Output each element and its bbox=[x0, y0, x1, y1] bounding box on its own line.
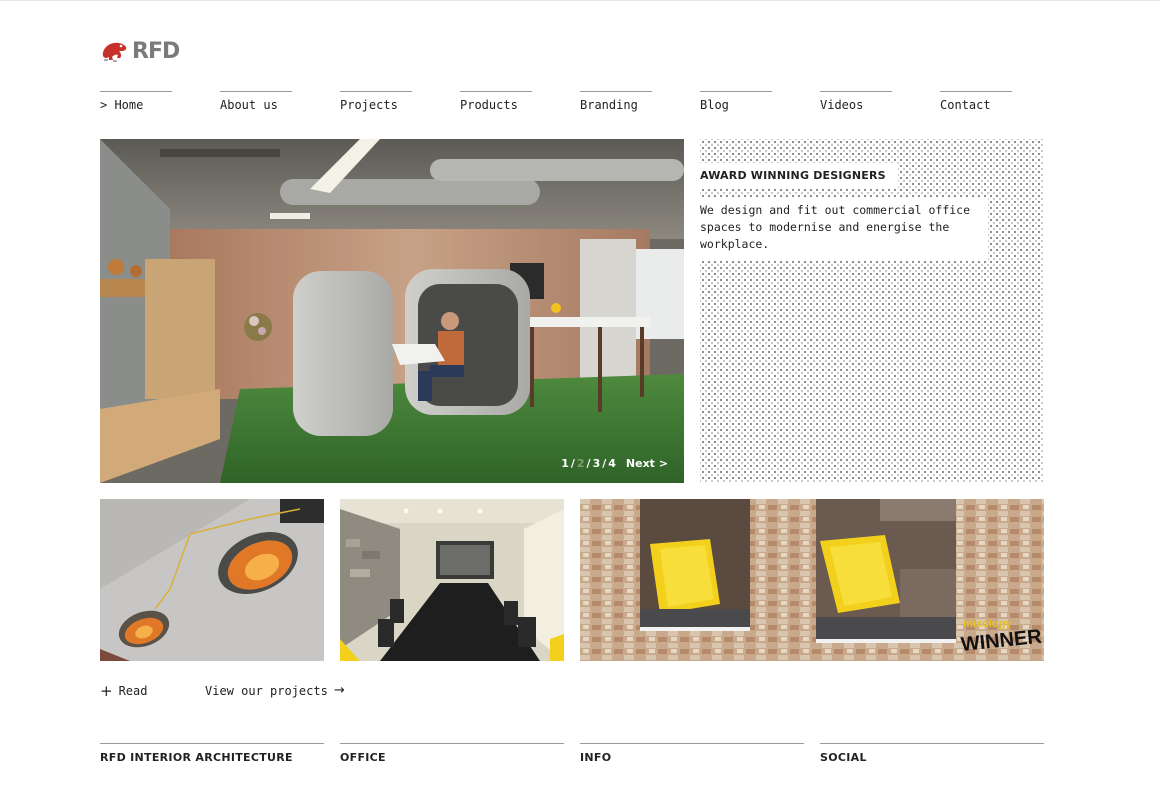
read-label: Read bbox=[118, 684, 148, 698]
pager-separator: / bbox=[586, 457, 591, 470]
footer-column-social: SOCIAL bbox=[820, 743, 1044, 764]
brick-window-cushions-photo: mixology WINNER bbox=[580, 499, 1044, 661]
frog-icon bbox=[102, 42, 127, 62]
pager-page-2[interactable]: 2 bbox=[577, 457, 585, 470]
project-thumbnail-boardroom[interactable] bbox=[340, 499, 564, 661]
nav-item-home[interactable]: > Home bbox=[100, 91, 172, 112]
intro-description: We design and fit out commercial office … bbox=[700, 198, 988, 261]
award-badge-top: mixology bbox=[963, 618, 1012, 630]
boardroom-photo bbox=[340, 499, 564, 661]
view-projects-link[interactable]: View our projects → bbox=[205, 684, 345, 698]
project-thumbnail-award[interactable]: mixology WINNER bbox=[580, 499, 1044, 661]
pager-page-4[interactable]: 4 bbox=[608, 457, 616, 470]
intro-title: AWARD WINNING DESIGNERS bbox=[700, 163, 898, 188]
plus-icon: + bbox=[100, 682, 113, 700]
pager-page-3[interactable]: 3 bbox=[593, 457, 601, 470]
top-divider bbox=[0, 0, 1160, 1]
pager-separator: / bbox=[570, 457, 575, 470]
next-slide-button[interactable]: Next > bbox=[626, 457, 668, 470]
brand-name: RFD bbox=[132, 38, 180, 64]
nav-item-projects[interactable]: Projects bbox=[340, 91, 412, 112]
site-logo[interactable]: RFD bbox=[100, 38, 180, 64]
hero-slideshow[interactable]: 1 / 2 / 3 / 4 Next > bbox=[100, 139, 684, 483]
nav-item-products[interactable]: Products bbox=[460, 91, 532, 112]
project-thumbnail-lamps[interactable] bbox=[100, 499, 324, 661]
intro-panel: AWARD WINNING DESIGNERS We design and fi… bbox=[700, 139, 1044, 483]
nav-item-contact[interactable]: Contact bbox=[940, 91, 1012, 112]
nav-item-blog[interactable]: Blog bbox=[700, 91, 772, 112]
copper-lamps-photo bbox=[100, 499, 324, 661]
nav-item-branding[interactable]: Branding bbox=[580, 91, 652, 112]
arrow-right-icon: → bbox=[333, 683, 345, 698]
footer-column-office: OFFICE bbox=[340, 743, 564, 764]
slideshow-pager: 1 / 2 / 3 / 4 Next > bbox=[561, 457, 668, 470]
nav-item-videos[interactable]: Videos bbox=[820, 91, 892, 112]
hero-office-photo bbox=[100, 139, 684, 483]
nav-item-about-us[interactable]: About us bbox=[220, 91, 292, 112]
pager-separator: / bbox=[602, 457, 607, 470]
footer-column-rfd: RFD INTERIOR ARCHITECTURE bbox=[100, 743, 324, 764]
view-projects-label: View our projects bbox=[205, 684, 328, 698]
footer-column-info: INFO bbox=[580, 743, 804, 764]
pager-page-1[interactable]: 1 bbox=[561, 457, 569, 470]
read-link[interactable]: + Read bbox=[100, 682, 148, 700]
